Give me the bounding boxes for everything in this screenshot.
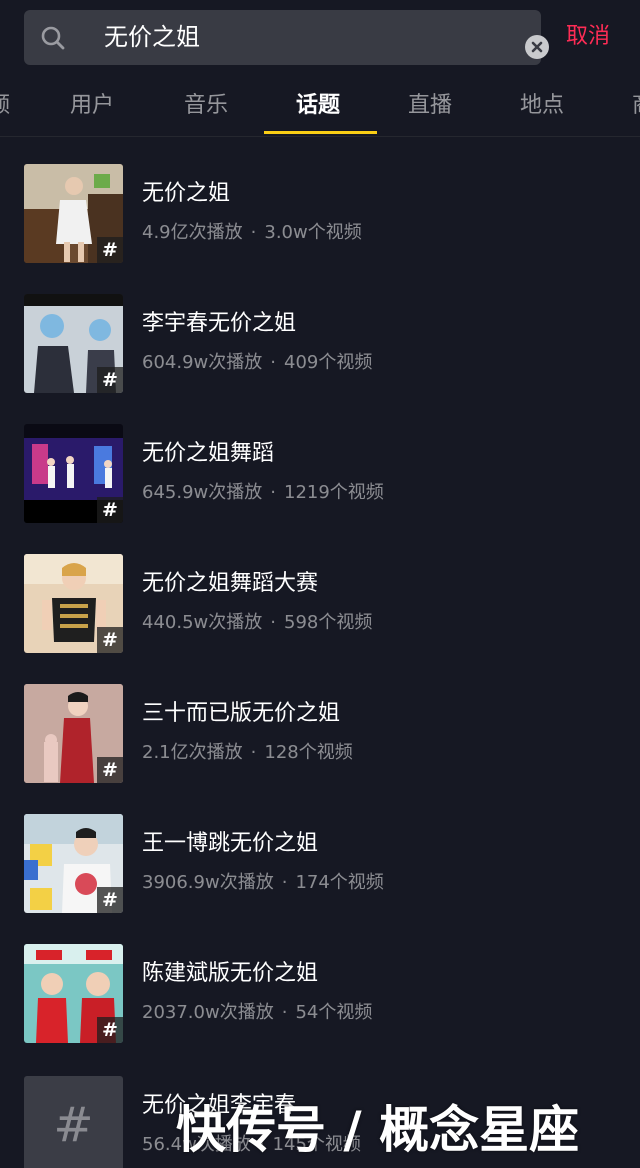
hashtag-icon: #	[97, 237, 123, 263]
topic-stats: 645.9w次播放 · 1219个视频	[142, 480, 384, 506]
topic-video-count: 174个视频	[295, 872, 384, 893]
hashtag-icon: #	[97, 627, 123, 653]
stats-separator: ·	[270, 612, 276, 633]
tab-video[interactable]: 频	[0, 90, 10, 122]
clear-icon	[531, 41, 543, 53]
watermark: 快传号 / 概念星座	[176, 1101, 580, 1159]
topic-title: 李宇春无价之姐	[142, 311, 297, 336]
topic-thumbnail: #	[24, 814, 123, 913]
tab-topics[interactable]: 话题	[296, 90, 340, 122]
topic-title: 无价之姐舞蹈	[142, 441, 275, 466]
topic-thumbnail: #	[24, 554, 123, 653]
topic-play-count: 440.5w次播放	[142, 612, 263, 633]
topic-stats: 440.5w次播放 · 598个视频	[142, 610, 372, 636]
topic-play-count: 645.9w次播放	[142, 482, 263, 503]
hashtag-icon: #	[97, 757, 123, 783]
topic-play-count: 604.9w次播放	[142, 352, 263, 373]
topic-title: 王一博跳无价之姐	[142, 831, 319, 856]
topic-video-count: 54个视频	[295, 1002, 373, 1023]
topic-stats: 4.9亿次播放 · 3.0w个视频	[142, 220, 362, 246]
search-icon	[41, 26, 65, 50]
topic-stats: 2037.0w次播放 · 54个视频	[142, 1000, 372, 1026]
hashtag-icon: #	[97, 367, 123, 393]
topic-thumbnail: #	[24, 294, 123, 393]
topic-thumbnail: #	[24, 944, 123, 1043]
hashtag-icon: #	[53, 1097, 94, 1153]
topic-thumbnail: #	[24, 424, 123, 523]
topic-play-count: 3906.9w次播放	[142, 872, 274, 893]
topic-thumbnail: #	[24, 1076, 123, 1168]
topic-row[interactable]: # 陈建斌版无价之姐 2037.0w次播放 · 54个视频	[0, 944, 640, 1044]
cancel-button[interactable]: 取消	[566, 22, 610, 52]
topic-stats: 604.9w次播放 · 409个视频	[142, 350, 372, 376]
tab-users[interactable]: 用户	[70, 90, 114, 122]
topic-video-count: 409个视频	[284, 352, 373, 373]
topic-play-count: 2.1亿次播放	[142, 742, 243, 763]
topic-thumbnail: #	[24, 164, 123, 263]
topic-stats: 3906.9w次播放 · 174个视频	[142, 870, 384, 896]
search-results-screen: 取消 频 用户 音乐 话题 直播 地点 商	[0, 0, 640, 1168]
stats-separator: ·	[281, 872, 288, 893]
topic-thumbnail: #	[24, 684, 123, 783]
topic-video-count: 3.0w个视频	[264, 222, 362, 243]
topic-video-count: 598个视频	[284, 612, 373, 633]
topic-title: 无价之姐	[142, 181, 231, 206]
stats-separator: ·	[270, 482, 276, 503]
stats-separator: ·	[281, 1002, 288, 1023]
search-input[interactable]	[104, 10, 504, 65]
topic-video-count: 1219个视频	[284, 482, 384, 503]
stats-separator: ·	[250, 742, 257, 763]
search-box[interactable]	[24, 10, 549, 65]
topic-play-count: 2037.0w次播放	[142, 1002, 274, 1023]
stats-separator: ·	[270, 352, 276, 373]
topic-row[interactable]: # 李宇春无价之姐 604.9w次播放 · 409个视频	[0, 294, 640, 394]
topic-stats: 2.1亿次播放 · 128个视频	[142, 740, 353, 766]
topic-title: 陈建斌版无价之姐	[142, 961, 319, 986]
active-tab-indicator	[264, 131, 377, 134]
topic-title: 三十而已版无价之姐	[142, 701, 341, 726]
clear-search-button[interactable]	[525, 35, 549, 59]
topic-row[interactable]: # 无价之姐舞蹈 645.9w次播放 · 1219个视频	[0, 424, 640, 524]
tab-places[interactable]: 地点	[520, 90, 564, 122]
stats-separator: ·	[250, 222, 257, 243]
tab-live[interactable]: 直播	[408, 90, 452, 122]
topic-play-count: 4.9亿次播放	[142, 222, 243, 243]
tab-shop[interactable]: 商	[632, 90, 640, 122]
topic-row[interactable]: # 无价之姐 4.9亿次播放 · 3.0w个视频	[0, 164, 640, 264]
hashtag-icon: #	[97, 887, 123, 913]
search-header: 取消	[0, 0, 640, 75]
hashtag-icon: #	[97, 497, 123, 523]
topic-row[interactable]: # 三十而已版无价之姐 2.1亿次播放 · 128个视频	[0, 684, 640, 784]
topic-title: 无价之姐舞蹈大赛	[142, 571, 319, 596]
tab-music[interactable]: 音乐	[184, 90, 228, 122]
hashtag-icon: #	[97, 1017, 123, 1043]
search-category-tabs: 频 用户 音乐 话题 直播 地点 商	[0, 75, 640, 137]
topic-row[interactable]: # 王一博跳无价之姐 3906.9w次播放 · 174个视频	[0, 814, 640, 914]
topic-video-count: 128个视频	[264, 742, 353, 763]
topic-row[interactable]: # 无价之姐舞蹈大赛 440.5w次播放 · 598个视频	[0, 554, 640, 654]
